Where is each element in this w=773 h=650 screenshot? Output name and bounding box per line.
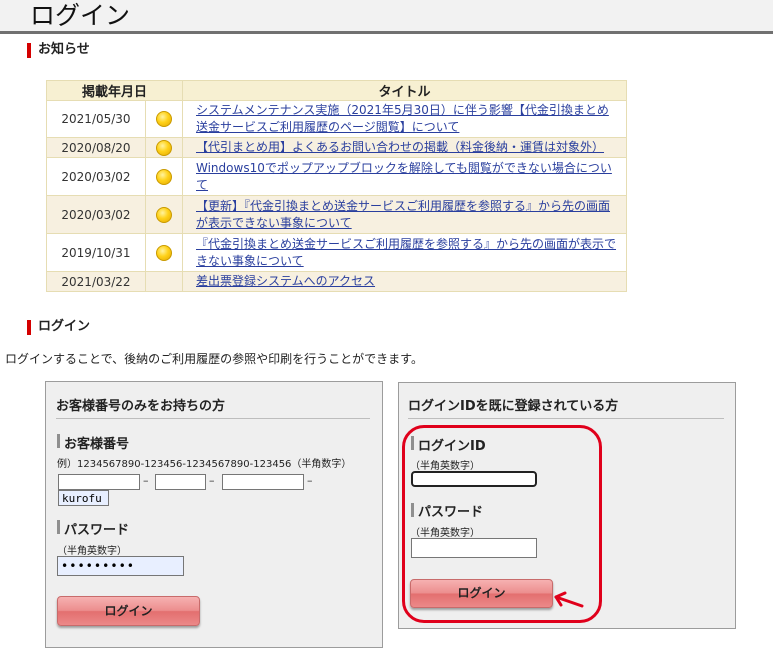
- field-marker: [411, 436, 414, 450]
- customer-number-field-4[interactable]: [58, 490, 109, 506]
- login-password-label: パスワード: [418, 505, 484, 520]
- separator-dash: –: [143, 474, 149, 487]
- pointer-arrow-icon: [554, 591, 584, 608]
- customer-login-button[interactable]: ログイン: [57, 596, 200, 626]
- column-header-title: タイトル: [182, 80, 627, 101]
- news-link[interactable]: 『代金引換まとめ送金サービスご利用履歴を参照する』から先の画面が表示できない事象…: [196, 237, 616, 268]
- news-row: 2020/03/02 Windows10でポップアップブロックを解除しても閲覧が…: [46, 157, 627, 196]
- customer-panel-title: お客様番号のみをお持ちの方: [56, 399, 226, 414]
- separator-dash: –: [209, 474, 215, 487]
- customer-password-label: パスワード: [64, 523, 130, 538]
- login-id-field[interactable]: [411, 471, 537, 487]
- customer-number-label: お客様番号: [64, 437, 130, 452]
- customer-password-hint: （半角英数字）: [57, 546, 127, 557]
- news-link[interactable]: 【更新】『代金引換まとめ送金サービスご利用履歴を参照する』から先の画面が表示でき…: [196, 199, 610, 230]
- panel-divider: [408, 418, 724, 419]
- news-link[interactable]: システムメンテナンス実施（2021年5月30日）に伴う影響【代金引換まとめ送金サ…: [196, 103, 609, 134]
- new-dot-icon: [156, 168, 172, 185]
- login-heading: ログイン: [38, 319, 91, 334]
- news-link[interactable]: Windows10でポップアップブロックを解除しても閲覧ができない場合について: [196, 161, 612, 192]
- new-dot-icon: [156, 206, 172, 223]
- separator-dash: –: [307, 474, 313, 487]
- news-heading-marker: [27, 43, 31, 58]
- news-row: 2021/03/22 差出票登録システムへのアクセス: [46, 271, 627, 292]
- login-intro: ログインすることで、後納のご利用履歴の参照や印刷を行うことができます。: [5, 352, 423, 366]
- field-marker: [57, 520, 60, 534]
- customer-number-hint: 例）1234567890-123456-1234567890-123456（半角…: [57, 459, 352, 470]
- customer-password-field[interactable]: [57, 556, 184, 576]
- news-row: 2020/03/02 【更新】『代金引換まとめ送金サービスご利用履歴を参照する』…: [46, 195, 627, 234]
- login-id-panel-title: ログインIDを既に登録されている方: [408, 399, 619, 414]
- panel-divider: [56, 418, 370, 419]
- news-link[interactable]: 【代引まとめ用】よくあるお問い合わせの掲載（料金後納・運賃は対象外）: [196, 140, 604, 154]
- customer-number-field-2[interactable]: [155, 474, 206, 490]
- id-login-button[interactable]: ログイン: [410, 579, 553, 608]
- login-id-label: ログインID: [418, 439, 486, 454]
- news-link[interactable]: 差出票登録システムへのアクセス: [196, 274, 375, 288]
- news-date: 2020/03/02: [46, 195, 146, 234]
- news-date: 2021/05/30: [46, 100, 146, 138]
- new-dot-icon: [156, 111, 172, 127]
- field-marker: [411, 503, 414, 517]
- new-dot-icon: [156, 139, 172, 156]
- news-date: 2019/10/31: [46, 233, 146, 272]
- news-date: 2020/08/20: [46, 137, 146, 158]
- page-title: ログイン: [30, 1, 131, 30]
- login-id-hint: （半角英数字）: [410, 461, 480, 472]
- column-header-date: 掲載年月日: [46, 80, 183, 101]
- news-date: 2020/03/02: [46, 157, 146, 196]
- news-date: 2021/03/22: [46, 271, 146, 292]
- news-row: 2020/08/20 【代引まとめ用】よくあるお問い合わせの掲載（料金後納・運賃…: [46, 137, 627, 158]
- news-row: 2021/05/30 システムメンテナンス実施（2021年5月30日）に伴う影響…: [46, 100, 627, 138]
- news-heading: お知らせ: [38, 42, 90, 57]
- header-divider: [0, 31, 773, 34]
- customer-number-field-3[interactable]: [222, 474, 304, 490]
- field-marker: [57, 434, 60, 448]
- news-row: 2019/10/31 『代金引換まとめ送金サービスご利用履歴を参照する』から先の…: [46, 233, 627, 272]
- new-dot-icon: [156, 244, 172, 261]
- login-heading-marker: [27, 320, 31, 335]
- login-password-hint: （半角英数字）: [410, 528, 480, 539]
- login-password-field[interactable]: [411, 538, 537, 558]
- customer-number-field-1[interactable]: [58, 474, 140, 490]
- news-table: 掲載年月日 タイトル 2021/05/30 システムメンテナンス実施（2021年…: [46, 80, 627, 292]
